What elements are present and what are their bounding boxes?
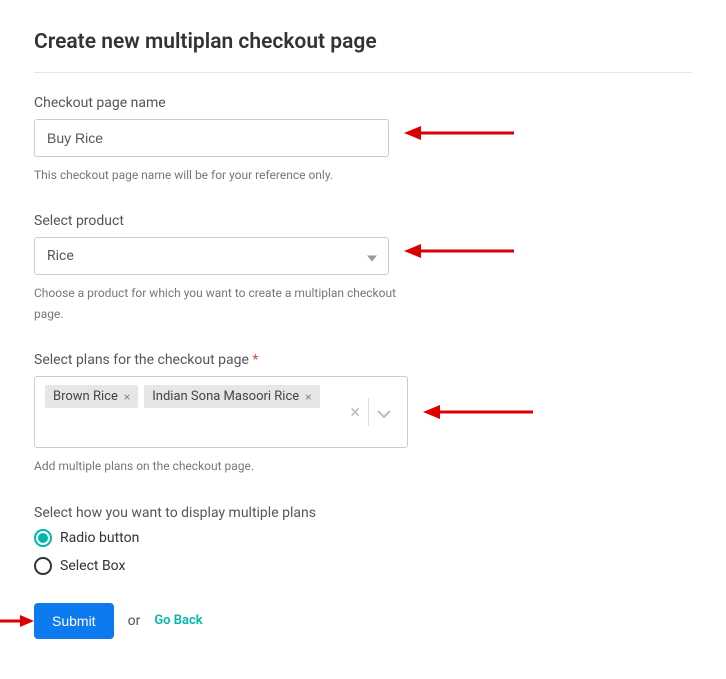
page-title: Create new multiplan checkout page: [34, 30, 692, 54]
checkout-name-label: Checkout page name: [34, 95, 692, 111]
field-display-mode: Select how you want to display multiple …: [34, 505, 692, 575]
radio-label: Radio button: [60, 530, 139, 546]
radio-icon: [34, 557, 52, 575]
tag-remove-icon[interactable]: ×: [305, 391, 311, 403]
go-back-link[interactable]: Go Back: [154, 613, 202, 628]
annotation-arrow-icon: [399, 239, 519, 263]
plan-tag-label: Brown Rice: [53, 389, 118, 404]
action-row: Submit or Go Back: [34, 603, 692, 639]
submit-button[interactable]: Submit: [34, 603, 114, 639]
checkout-name-help: This checkout page name will be for your…: [34, 165, 424, 185]
plans-multiselect[interactable]: Brown Rice × Indian Sona Masoori Rice × …: [34, 376, 408, 448]
field-select-plans: Select plans for the checkout page * Bro…: [34, 352, 692, 476]
divider: [34, 72, 692, 73]
annotation-arrow-icon: [418, 400, 538, 424]
plan-tag: Indian Sona Masoori Rice ×: [144, 385, 319, 408]
chevron-down-icon[interactable]: [369, 403, 399, 422]
plans-label-text: Select plans for the checkout page: [34, 352, 249, 368]
clear-all-icon[interactable]: ×: [342, 402, 368, 423]
field-checkout-name: Checkout page name This checkout page na…: [34, 95, 692, 185]
or-text: or: [128, 613, 141, 629]
radio-label: Select Box: [60, 558, 125, 574]
radio-dot-icon: [38, 533, 48, 543]
display-radio-group: Radio button Select Box: [34, 529, 692, 575]
display-label: Select how you want to display multiple …: [34, 505, 692, 521]
product-label: Select product: [34, 213, 692, 229]
tag-remove-icon[interactable]: ×: [124, 391, 130, 403]
multiselect-controls: ×: [342, 377, 399, 447]
annotation-arrow-icon: [399, 121, 519, 145]
product-select-value: Rice: [47, 248, 74, 264]
required-mark: *: [252, 352, 258, 368]
radio-option-select-box[interactable]: Select Box: [34, 557, 692, 575]
product-help: Choose a product for which you want to c…: [34, 283, 424, 324]
radio-icon: [34, 529, 52, 547]
field-select-product: Select product Rice Choose a product for…: [34, 213, 692, 324]
plan-tag-label: Indian Sona Masoori Rice: [152, 389, 299, 404]
annotation-arrow-icon: [0, 611, 34, 631]
checkout-name-input[interactable]: [34, 119, 389, 157]
plans-help: Add multiple plans on the checkout page.: [34, 456, 424, 476]
plans-label: Select plans for the checkout page *: [34, 352, 692, 368]
radio-option-radio-button[interactable]: Radio button: [34, 529, 692, 547]
product-select[interactable]: Rice: [34, 237, 389, 275]
plan-tag: Brown Rice ×: [45, 385, 138, 408]
